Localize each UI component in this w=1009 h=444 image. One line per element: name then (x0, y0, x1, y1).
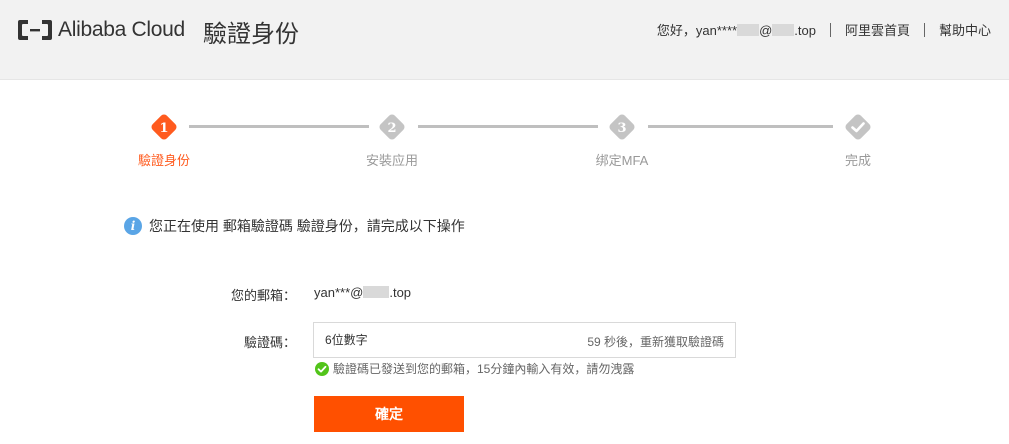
greeting-suffix: .top (794, 23, 816, 38)
step-connector (648, 125, 833, 128)
email-value: yan***@ .top (314, 285, 411, 300)
greeting-prefix: 您好，yan**** (656, 23, 738, 38)
step-number: 1 (159, 121, 168, 136)
top-nav: 您好，yan**** @ .top 阿里雲首頁 幫助中心 (657, 20, 991, 39)
hint-text: 驗證碼已發送到您的郵箱，15分鐘內輸入有效，請勿洩露 (333, 362, 635, 376)
top-header: Alibaba Cloud 驗證身份 您好，yan**** @ .top 阿里雲首頁… (0, 0, 1009, 80)
page-title: 驗證身份 (203, 21, 299, 48)
alibaba-cloud-logo[interactable]: Alibaba Cloud (16, 18, 185, 42)
verification-code-input[interactable] (314, 323, 574, 357)
info-message: i 您正在使用 郵箱驗證碼 驗證身份，請完成以下操作 (124, 216, 465, 236)
nav-divider (923, 22, 925, 37)
info-icon: i (124, 217, 142, 235)
masked-text (772, 24, 795, 36)
email-suffix: .top (389, 285, 412, 300)
step-number: 3 (617, 121, 626, 136)
step-label-bind-mfa: 绑定MFA (595, 153, 649, 168)
step-2-icon: 2 (379, 114, 405, 140)
step-progress: 1 2 3 驗證身份 安裝应用 绑定MFA 完成 (0, 110, 1009, 170)
step-label-done: 完成 (844, 153, 872, 168)
nav-divider (829, 22, 831, 37)
step-connector (418, 125, 598, 128)
success-check-icon (315, 361, 329, 376)
step-label-install: 安裝应用 (365, 153, 419, 168)
greeting-at: @ (759, 23, 773, 38)
step-label-verify: 驗證身份 (137, 153, 191, 168)
alibaba-cloud-logo-icon (18, 20, 52, 40)
check-icon (845, 114, 871, 140)
verification-code-field: 59 秒後，重新獲取驗證碼 (313, 322, 736, 358)
code-label: 驗證碼： (243, 335, 296, 350)
step-connector (189, 125, 369, 128)
step-number: 2 (387, 121, 396, 136)
confirm-button[interactable]: 確定 (314, 396, 464, 432)
step-3-icon: 3 (609, 114, 635, 140)
email-prefix: yan***@ (314, 285, 364, 300)
code-sent-hint: 驗證碼已發送到您的郵箱，15分鐘內輸入有效，請勿洩露 (315, 360, 634, 377)
masked-text (737, 24, 760, 36)
brand-name: Alibaba Cloud (58, 18, 185, 41)
home-link[interactable]: 阿里雲首頁 (845, 20, 910, 39)
help-link[interactable]: 幫助中心 (939, 20, 991, 39)
step-1-icon: 1 (151, 114, 177, 140)
info-text: 您正在使用 郵箱驗證碼 驗證身份，請完成以下操作 (149, 218, 465, 234)
masked-text (363, 286, 390, 298)
email-label: 您的郵箱： (230, 288, 296, 303)
resend-code-countdown: 59 秒後，重新獲取驗證碼 (587, 335, 724, 349)
user-greeting: 您好，yan**** @ .top (657, 20, 816, 39)
